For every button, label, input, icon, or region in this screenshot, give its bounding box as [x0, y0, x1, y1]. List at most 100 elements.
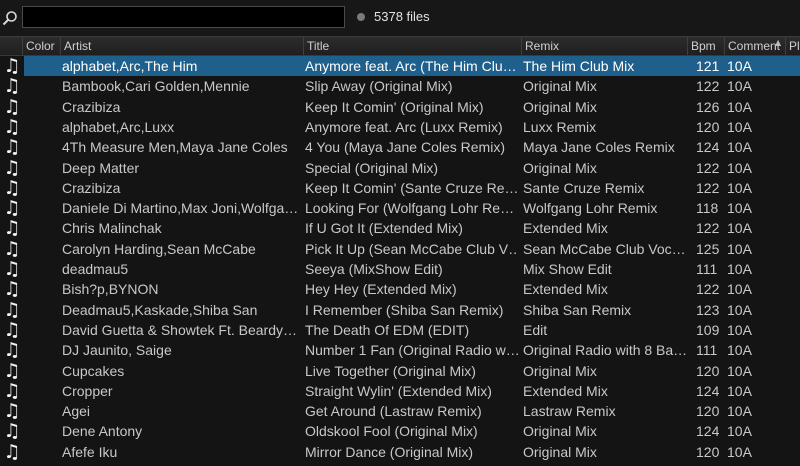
- track-artist: alphabet,Arc,Luxx: [62, 118, 175, 135]
- track-artist: Cropper: [62, 382, 113, 399]
- music-note-icon: ♫: [3, 420, 21, 443]
- track-title: Special (Original Mix): [305, 159, 439, 176]
- track-bpm: 120: [696, 118, 720, 135]
- music-note-icon: ♫: [3, 400, 21, 423]
- track-comment: 10A: [727, 58, 752, 74]
- track-row[interactable]: ♫ Deadmau5,Kaskade,Shiba San I Remember (S…: [0, 300, 800, 320]
- music-note-icon: ♫: [3, 176, 21, 199]
- track-row[interactable]: ♫ alphabet,Arc,The Him Anymore feat. Arc (…: [0, 56, 800, 76]
- music-note-icon: ♫: [3, 339, 21, 362]
- column-header-playlist[interactable]: Pl: [785, 37, 800, 55]
- track-remix: The Him Club Mix: [523, 58, 635, 74]
- track-row[interactable]: ♫ Carolyn Harding,Sean McCabe Pick It Up (…: [0, 239, 800, 259]
- track-bpm: 121: [696, 58, 720, 74]
- music-note-icon: ♫: [3, 278, 21, 301]
- column-header-artist[interactable]: Artist: [60, 37, 303, 55]
- track-artist: Crazibiza: [62, 179, 121, 196]
- track-row[interactable]: ♫ Dene Antony Oldskool Fool (Original Mix)…: [0, 421, 800, 441]
- track-bpm: 109: [696, 321, 720, 338]
- track-row[interactable]: ♫ Crazibiza Keep It Comin' (Original Mix) O…: [0, 97, 800, 117]
- track-bpm: 122: [696, 220, 720, 237]
- track-title: Oldskool Fool (Original Mix): [305, 423, 478, 440]
- track-bpm: 124: [696, 139, 720, 156]
- track-bpm: 118: [696, 200, 719, 217]
- track-row[interactable]: ♫ 4Th Measure Men,Maya Jane Coles 4 You (M…: [0, 137, 800, 157]
- track-title: Get Around (Lastraw Remix): [305, 403, 482, 420]
- track-comment: 10A: [727, 220, 752, 237]
- track-row[interactable]: ♫ David Guetta & Showtek Ft. Beardy… The D…: [0, 320, 800, 340]
- column-header-color[interactable]: Color: [22, 37, 60, 55]
- track-row[interactable]: ♫ Agei Get Around (Lastraw Remix) Lastraw R…: [0, 401, 800, 421]
- column-header-remix[interactable]: Remix: [521, 37, 687, 55]
- track-title: Mirror Dance (Original Mix): [305, 443, 474, 460]
- track-comment: 10A: [727, 403, 752, 420]
- track-bpm: 124: [696, 382, 720, 399]
- track-title: I Remember (Shiba San Remix): [305, 301, 504, 318]
- track-remix: Original Mix: [523, 362, 597, 379]
- track-bpm: 126: [696, 98, 720, 115]
- track-bpm: 111: [696, 342, 718, 359]
- music-note-icon: ♫: [3, 298, 21, 321]
- track-remix: Sean McCabe Club Voc…: [523, 240, 686, 257]
- track-title: Anymore feat. Arc (The Him Clu…: [305, 58, 517, 74]
- track-remix: Mix Show Edit: [523, 261, 612, 277]
- track-artist: Dene Antony: [62, 423, 143, 440]
- search-input[interactable]: [22, 6, 345, 28]
- track-artist: David Guetta & Showtek Ft. Beardy…: [62, 321, 297, 338]
- music-note-icon: ♫: [3, 115, 21, 138]
- track-comment: 10A: [727, 139, 752, 156]
- track-bpm: 124: [696, 423, 720, 440]
- track-remix: Wolfgang Lohr Remix: [523, 200, 658, 217]
- music-note-icon: ♫: [3, 55, 21, 77]
- track-artist: Cupcakes: [62, 362, 125, 379]
- track-bpm: 125: [696, 240, 720, 257]
- track-comment: 10A: [727, 78, 752, 95]
- column-header-title[interactable]: Title: [303, 37, 521, 55]
- track-row[interactable]: ♫ Deep Matter Special (Original Mix) Origin…: [0, 158, 800, 178]
- music-note-icon: ♫: [3, 440, 21, 463]
- track-artist: Bish?p,BYNON: [62, 281, 159, 298]
- track-artist: Crazibiza: [62, 98, 121, 115]
- track-comment: 10A: [727, 281, 752, 298]
- track-comment: 10A: [727, 301, 752, 318]
- track-row[interactable]: ♫ alphabet,Arc,Luxx Anymore feat. Arc (Lux…: [0, 117, 800, 137]
- track-title: Live Together (Original Mix): [305, 362, 476, 379]
- column-header-bpm[interactable]: Bpm: [687, 37, 724, 55]
- track-comment: 10A: [727, 118, 752, 135]
- track-row[interactable]: ♫ Bambook,Cari Golden,Mennie Slip Away (Or…: [0, 76, 800, 96]
- track-remix: Original Mix: [523, 423, 597, 440]
- track-artist: alphabet,Arc,The Him: [62, 58, 198, 74]
- track-artist: DJ Jaunito, Saige: [62, 342, 172, 359]
- sort-arrow-icon: ▲: [775, 38, 782, 47]
- track-bpm: 120: [696, 443, 720, 460]
- track-artist: 4Th Measure Men,Maya Jane Coles: [62, 139, 288, 156]
- track-row[interactable]: ♫ Bish?p,BYNON Hey Hey (Extended Mix) Exten…: [0, 279, 800, 299]
- track-title: The Death Of EDM (EDIT): [305, 321, 470, 338]
- track-row[interactable]: ♫ Cupcakes Live Together (Original Mix) Ori…: [0, 361, 800, 381]
- track-row[interactable]: ♫ Cropper Straight Wylin' (Extended Mix) Ex…: [0, 381, 800, 401]
- track-remix: Extended Mix: [523, 281, 608, 298]
- search-icon[interactable]: [2, 10, 18, 26]
- track-title: Seeya (MixShow Edit): [305, 261, 443, 277]
- track-row[interactable]: ♫ Chris Malinchak If U Got It (Extended Mi…: [0, 218, 800, 238]
- track-comment: 10A: [727, 261, 752, 277]
- column-header-comment-label: Comment: [728, 39, 781, 53]
- track-row[interactable]: ♫ Crazibiza Keep It Comin' (Sante Cruze Re…: [0, 178, 800, 198]
- track-row[interactable]: ♫ Daniele Di Martino,Max Joni,Wolfga… Look…: [0, 198, 800, 218]
- music-note-icon: ♫: [3, 217, 21, 240]
- column-header-spacer: [0, 37, 22, 55]
- track-artist: Deadmau5,Kaskade,Shiba San: [62, 301, 258, 318]
- track-artist: Daniele Di Martino,Max Joni,Wolfga…: [62, 200, 299, 217]
- status-dot-icon: [357, 13, 365, 21]
- track-remix: Extended Mix: [523, 382, 608, 399]
- music-note-icon: ♫: [3, 75, 21, 98]
- top-toolbar: 5378 files: [0, 0, 800, 36]
- track-remix: Luxx Remix: [523, 118, 597, 135]
- track-row[interactable]: ♫ deadmau5 Seeya (MixShow Edit) Mix Show Ed…: [0, 259, 800, 279]
- track-title: Pick It Up (Sean McCabe Club V…: [305, 240, 518, 257]
- music-note-icon: ♫: [3, 379, 21, 402]
- track-row[interactable]: ♫ Afefe Iku Mirror Dance (Original Mix) Ori…: [0, 442, 800, 462]
- track-remix: Original Radio with 8 Ba…: [523, 342, 688, 359]
- track-row[interactable]: ♫ DJ Jaunito, Saige Number 1 Fan (Original…: [0, 340, 800, 360]
- track-title: Keep It Comin' (Original Mix): [305, 98, 484, 115]
